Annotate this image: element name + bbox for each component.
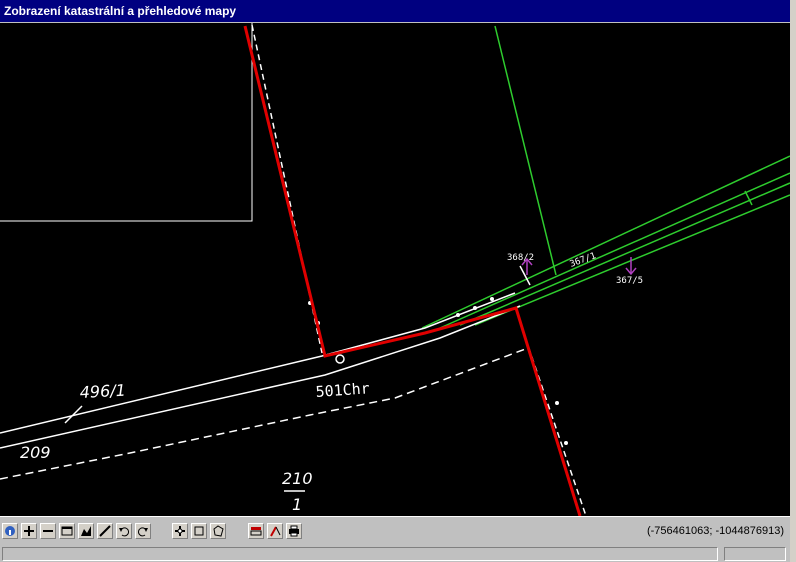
zoom-window-icon[interactable] xyxy=(59,523,75,539)
status-bar xyxy=(0,546,790,562)
parcel-label: 501Chr xyxy=(315,379,370,401)
select-polygon-icon[interactable] xyxy=(210,523,226,539)
status-panel-right xyxy=(724,547,786,561)
map-canvas[interactable]: 496/1 209 501Chr 210 1 368/2 367/1 367/5 xyxy=(0,23,790,516)
select-rect-icon[interactable] xyxy=(191,523,207,539)
highlight-boundary xyxy=(243,25,582,516)
zoom-out-icon[interactable] xyxy=(40,523,56,539)
info-icon[interactable] xyxy=(2,523,18,539)
window-title: Zobrazení katastrální a přehledové mapy xyxy=(0,0,790,22)
overview-lines xyxy=(421,25,790,329)
overview-frame xyxy=(0,23,253,222)
parcel-label: 209 xyxy=(20,443,51,462)
map-drawing: 496/1 209 501Chr 210 1 368/2 367/1 367/5 xyxy=(0,23,790,516)
undo-icon[interactable] xyxy=(116,523,132,539)
parcel-label: 1 xyxy=(292,495,302,514)
print-icon[interactable] xyxy=(286,523,302,539)
tool-icon[interactable] xyxy=(267,523,283,539)
parcel-points xyxy=(308,297,568,445)
parcel-lines xyxy=(0,24,587,516)
map-toolbar: (-756461063; -1044876913) xyxy=(0,516,790,546)
pan-icon[interactable] xyxy=(172,523,188,539)
zoom-extent-icon[interactable] xyxy=(78,523,94,539)
parcel-label: 368/2 xyxy=(507,253,534,263)
parcel-label: 210 xyxy=(282,469,313,488)
parcel-label: 367/5 xyxy=(616,276,643,286)
measure-icon[interactable] xyxy=(97,523,113,539)
status-panel-main xyxy=(2,547,718,561)
window-edge xyxy=(790,0,796,562)
zoom-in-icon[interactable] xyxy=(21,523,37,539)
layers-icon[interactable] xyxy=(248,523,264,539)
parcel-label: 496/1 xyxy=(79,381,126,402)
coordinate-readout: (-756461063; -1044876913) xyxy=(646,525,784,537)
redo-icon[interactable] xyxy=(135,523,151,539)
